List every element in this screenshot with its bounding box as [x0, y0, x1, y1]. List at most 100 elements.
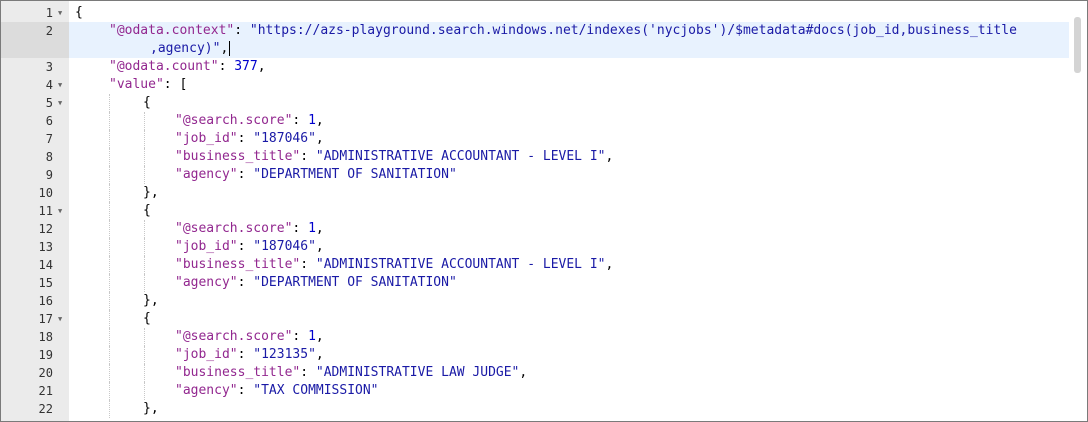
code-line[interactable]: "business_title": "ADMINISTRATIVE ACCOUN… — [69, 148, 1069, 166]
code-line[interactable]: "@search.score": 1, — [69, 328, 1069, 346]
code-line[interactable]: }, — [69, 184, 1069, 202]
gutter-row: 21 — [1, 382, 69, 400]
line-number-gutter: 1 ▼ 2 3 4 ▼ 5 ▼ 6 7 8 9 10 11 ▼ 12 13 14 15 16 17 ▼ 18 19 20 21 22 — [1, 1, 69, 421]
json-number: 377 — [234, 59, 258, 74]
line-number: 16 — [38, 294, 53, 308]
json-string: "ADMINISTRATIVE ACCOUNTANT - LEVEL I" — [315, 149, 606, 164]
json-punctuation: : — [300, 149, 316, 164]
json-punctuation: : — [237, 167, 254, 182]
json-string: "DEPARTMENT OF SANITATION" — [253, 275, 457, 290]
fold-toggle-icon[interactable]: ▼ — [58, 4, 62, 22]
fold-toggle-icon[interactable]: ▼ — [58, 202, 62, 220]
json-number: 1 — [308, 113, 316, 128]
code-line[interactable]: "agency": "TAX COMMISSION" — [69, 382, 1069, 400]
indent-guide — [109, 112, 110, 130]
fold-toggle-icon[interactable]: ▼ — [58, 94, 62, 112]
gutter-row: 15 — [1, 274, 69, 292]
indent-guide — [109, 328, 110, 346]
indent-guide — [109, 184, 110, 202]
json-string: "TAX COMMISSION" — [253, 383, 379, 398]
indent-guide — [109, 382, 110, 400]
json-punctuation: { — [143, 311, 151, 326]
json-key: "agency" — [175, 167, 238, 182]
code-line[interactable]: "@search.score": 1, — [69, 112, 1069, 130]
line-number: 17 — [38, 312, 53, 326]
line-number: 7 — [45, 132, 53, 146]
json-punctuation: { — [75, 5, 83, 20]
json-punctuation: : — [292, 113, 309, 128]
json-number: 1 — [308, 329, 316, 344]
line-number: 8 — [45, 150, 53, 164]
json-string: "https://azs-playground.search.windows.n… — [249, 23, 1017, 38]
indent-guide — [144, 274, 145, 292]
code-line[interactable]: { — [69, 94, 1069, 112]
indent-guide — [144, 130, 145, 148]
gutter-row: 2 — [1, 22, 69, 40]
line-number: 11 — [38, 204, 53, 218]
code-text: "agency": "DEPARTMENT OF SANITATION" — [175, 166, 457, 184]
code-text: "job_id": "123135", — [175, 346, 324, 364]
code-line[interactable]: { — [69, 4, 1069, 22]
json-punctuation: : — [300, 257, 316, 272]
code-text: "job_id": "187046", — [175, 238, 324, 256]
indent-guide — [144, 346, 145, 364]
code-line[interactable]: "agency": "DEPARTMENT OF SANITATION" — [69, 166, 1069, 184]
json-editor[interactable]: 1 ▼ 2 3 4 ▼ 5 ▼ 6 7 8 9 10 11 ▼ 12 13 14 15 16 17 ▼ 18 19 20 21 22… — [0, 0, 1088, 422]
code-line-wrapped[interactable]: ,agency)", — [69, 40, 1069, 58]
code-line[interactable]: "@search.score": 1, — [69, 220, 1069, 238]
indent-guide — [144, 256, 145, 274]
gutter-row: 11 ▼ — [1, 202, 69, 220]
line-number: 14 — [38, 258, 53, 272]
gutter-row: 20 — [1, 364, 69, 382]
indent-guide — [109, 400, 110, 418]
json-punctuation: , — [315, 113, 324, 128]
gutter-row: 7 — [1, 130, 69, 148]
indent-guide — [109, 202, 110, 220]
json-key: "agency" — [175, 383, 238, 398]
gutter-row: 5 ▼ — [1, 94, 69, 112]
gutter-row: 1 ▼ — [1, 4, 69, 22]
code-line[interactable]: { — [69, 310, 1069, 328]
code-line[interactable]: "@odata.count": 377, — [69, 58, 1069, 76]
json-punctuation: : — [237, 239, 254, 254]
indent-guide — [109, 256, 110, 274]
code-text: }, — [143, 184, 159, 202]
json-punctuation: }, — [143, 401, 159, 416]
code-text: { — [143, 202, 151, 220]
code-text: "agency": "TAX COMMISSION" — [175, 382, 379, 400]
code-content[interactable]: { "@odata.context": "https://azs-playgrou… — [69, 1, 1069, 421]
indent-guide — [109, 130, 110, 148]
json-key: "@search.score" — [175, 221, 293, 236]
line-number: 21 — [38, 384, 53, 398]
vertical-scrollbar[interactable] — [1069, 1, 1087, 421]
code-line[interactable]: "job_id": "187046", — [69, 238, 1069, 256]
json-punctuation: : — [292, 221, 309, 236]
code-line[interactable]: "@odata.context": "https://azs-playgroun… — [69, 22, 1069, 40]
code-line[interactable]: "agency": "DEPARTMENT OF SANITATION" — [69, 274, 1069, 292]
gutter-row: 8 — [1, 148, 69, 166]
json-punctuation: , — [220, 41, 229, 56]
code-line[interactable]: }, — [69, 400, 1069, 418]
fold-toggle-icon[interactable]: ▼ — [58, 76, 62, 94]
code-line[interactable]: "value": [ — [69, 76, 1069, 94]
code-text: "job_id": "187046", — [175, 130, 324, 148]
code-text: "agency": "DEPARTMENT OF SANITATION" — [175, 274, 457, 292]
json-string: "123135" — [253, 347, 316, 362]
code-text: "@search.score": 1, — [175, 112, 324, 130]
fold-toggle-icon[interactable]: ▼ — [58, 310, 62, 328]
code-line[interactable]: "job_id": "187046", — [69, 130, 1069, 148]
code-line[interactable]: }, — [69, 292, 1069, 310]
indent-guide — [144, 238, 145, 256]
code-line[interactable]: "job_id": "123135", — [69, 346, 1069, 364]
text-cursor — [229, 41, 231, 56]
code-line[interactable]: "business_title": "ADMINISTRATIVE LAW JU… — [69, 364, 1069, 382]
scrollbar-thumb[interactable] — [1074, 17, 1081, 73]
code-line[interactable]: { — [69, 202, 1069, 220]
json-key: "@search.score" — [175, 329, 293, 344]
json-punctuation: : — [237, 347, 254, 362]
line-number: 13 — [38, 240, 53, 254]
json-punctuation: : — [237, 275, 254, 290]
json-key: "business_title" — [175, 149, 301, 164]
json-punctuation: : — [234, 23, 250, 38]
code-line[interactable]: "business_title": "ADMINISTRATIVE ACCOUN… — [69, 256, 1069, 274]
